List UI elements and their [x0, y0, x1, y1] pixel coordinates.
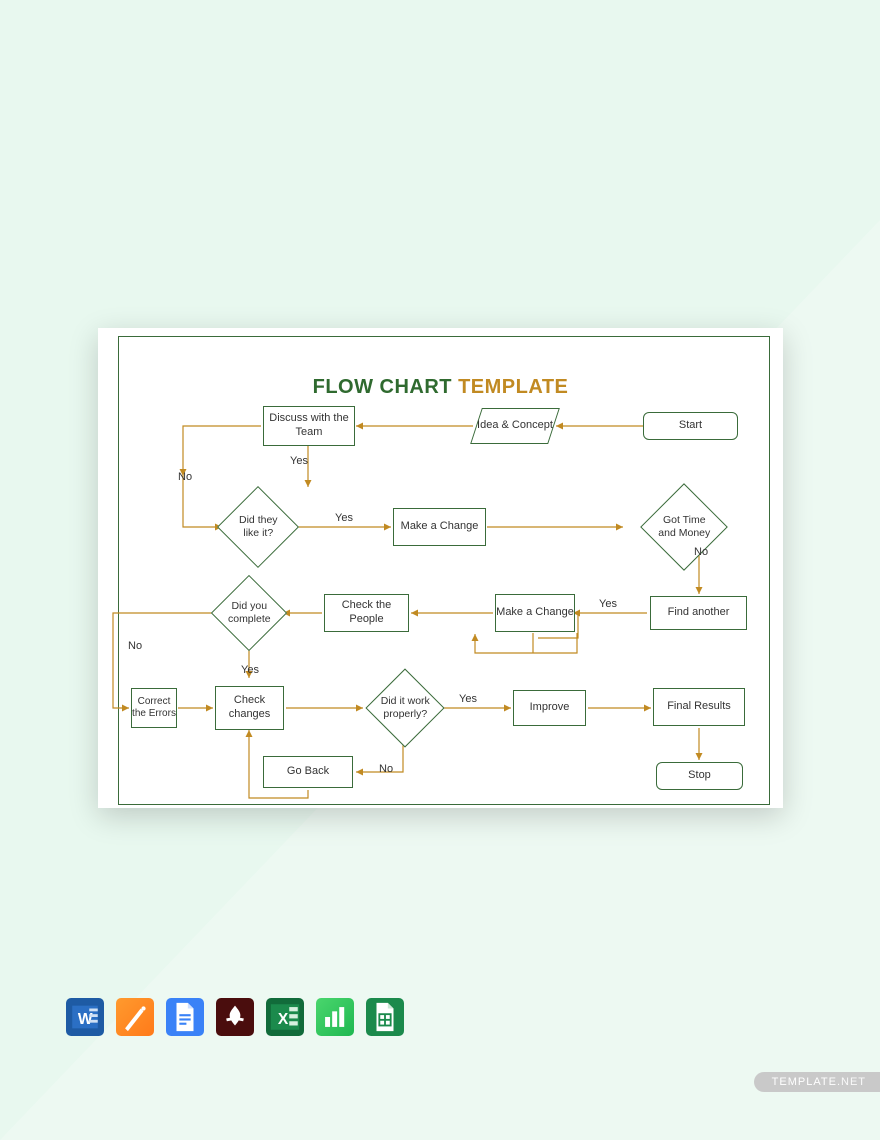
gsheets-icon[interactable] [366, 998, 404, 1036]
label-yes2: Yes [335, 512, 353, 524]
label-no3: No [128, 640, 142, 652]
template-page: FLOW CHART TEMPLATE [98, 328, 783, 808]
excel-icon[interactable]: X [266, 998, 304, 1036]
label-yes1: Yes [241, 664, 259, 676]
watermark-a: TEMPLATE [772, 1076, 837, 1088]
node-discuss: Discuss with the Team [263, 406, 355, 446]
node-improve: Improve [513, 690, 586, 726]
numbers-icon[interactable] [316, 998, 354, 1036]
format-icons: W X [66, 998, 404, 1036]
label-yes-dup: Yes [290, 455, 308, 467]
label-yes3: Yes [599, 598, 617, 610]
label-no2: No [694, 546, 708, 558]
node-people: Check the People [324, 594, 409, 632]
node-change2: Make a Change [495, 594, 575, 632]
node-final: Final Results [653, 688, 745, 726]
title-part-b: TEMPLATE [458, 376, 568, 398]
pages-icon[interactable] [116, 998, 154, 1036]
label-yes4: Yes [459, 693, 477, 705]
node-stop: Stop [656, 762, 743, 790]
node-idea: Idea & Concept [470, 408, 560, 444]
watermark: TEMPLATE.NET [754, 1072, 880, 1092]
watermark-b: .NET [837, 1076, 866, 1088]
gdocs-icon[interactable] [166, 998, 204, 1036]
node-start: Start [643, 412, 738, 440]
node-check: Check changes [215, 686, 284, 730]
pdf-icon[interactable] [216, 998, 254, 1036]
node-find: Find another [650, 596, 747, 630]
title-part-a: FLOW CHART [313, 376, 458, 398]
node-errors: Correct the Errors [131, 688, 177, 728]
node-change1: Make a Change [393, 508, 486, 546]
svg-text:X: X [278, 1011, 289, 1028]
svg-text:W: W [78, 1011, 93, 1028]
label-no4: No [379, 763, 393, 775]
page-frame [118, 336, 770, 805]
label-no1: No [178, 471, 192, 483]
node-back: Go Back [263, 756, 353, 788]
page-title: FLOW CHART TEMPLATE [98, 376, 783, 399]
word-icon[interactable]: W [66, 998, 104, 1036]
